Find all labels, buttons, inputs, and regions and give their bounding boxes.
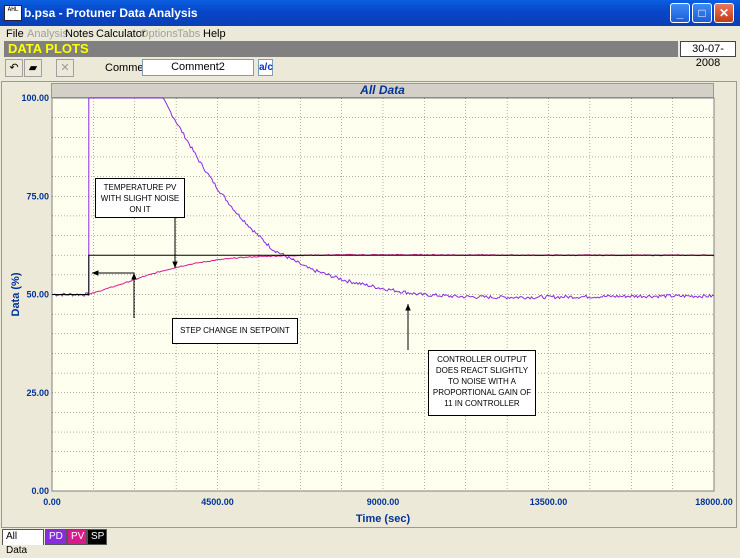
data-plot[interactable]: 0.00 4500.00 9000.00 13500.00 18000.00 0.00 25… [0,0,740,550]
tab-sp[interactable]: SP [87,529,107,545]
tab-pd[interactable]: PD [45,529,67,545]
x-tick-label: 18000.00 [695,497,733,507]
x-tick-label: 4500.00 [201,497,234,507]
annotation-pv-noise: TEMPERATURE PV WITH SLIGHT NOISE ON IT [95,178,185,218]
y-tick-label: 50.00 [26,290,49,300]
y-tick-label: 100.00 [21,93,49,103]
x-tick-label: 13500.00 [530,497,568,507]
y-tick-label: 25.00 [26,388,49,398]
x-tick-label: 9000.00 [367,497,400,507]
y-tick-label: 0.00 [31,486,49,496]
tab-pv[interactable]: PV [67,529,87,545]
y-tick-label: 75.00 [26,191,49,201]
x-tick-label: 0.00 [43,497,61,507]
annotation-controller-output: CONTROLLER OUTPUT DOES REACT SLIGHTLY TO… [428,350,536,416]
y-axis-label: Data (%) [10,272,22,316]
annotation-setpoint-step: STEP CHANGE IN SETPOINT [172,318,298,344]
x-axis-label: Time (sec) [356,513,411,525]
tab-all-data[interactable]: All Data [2,529,44,556]
